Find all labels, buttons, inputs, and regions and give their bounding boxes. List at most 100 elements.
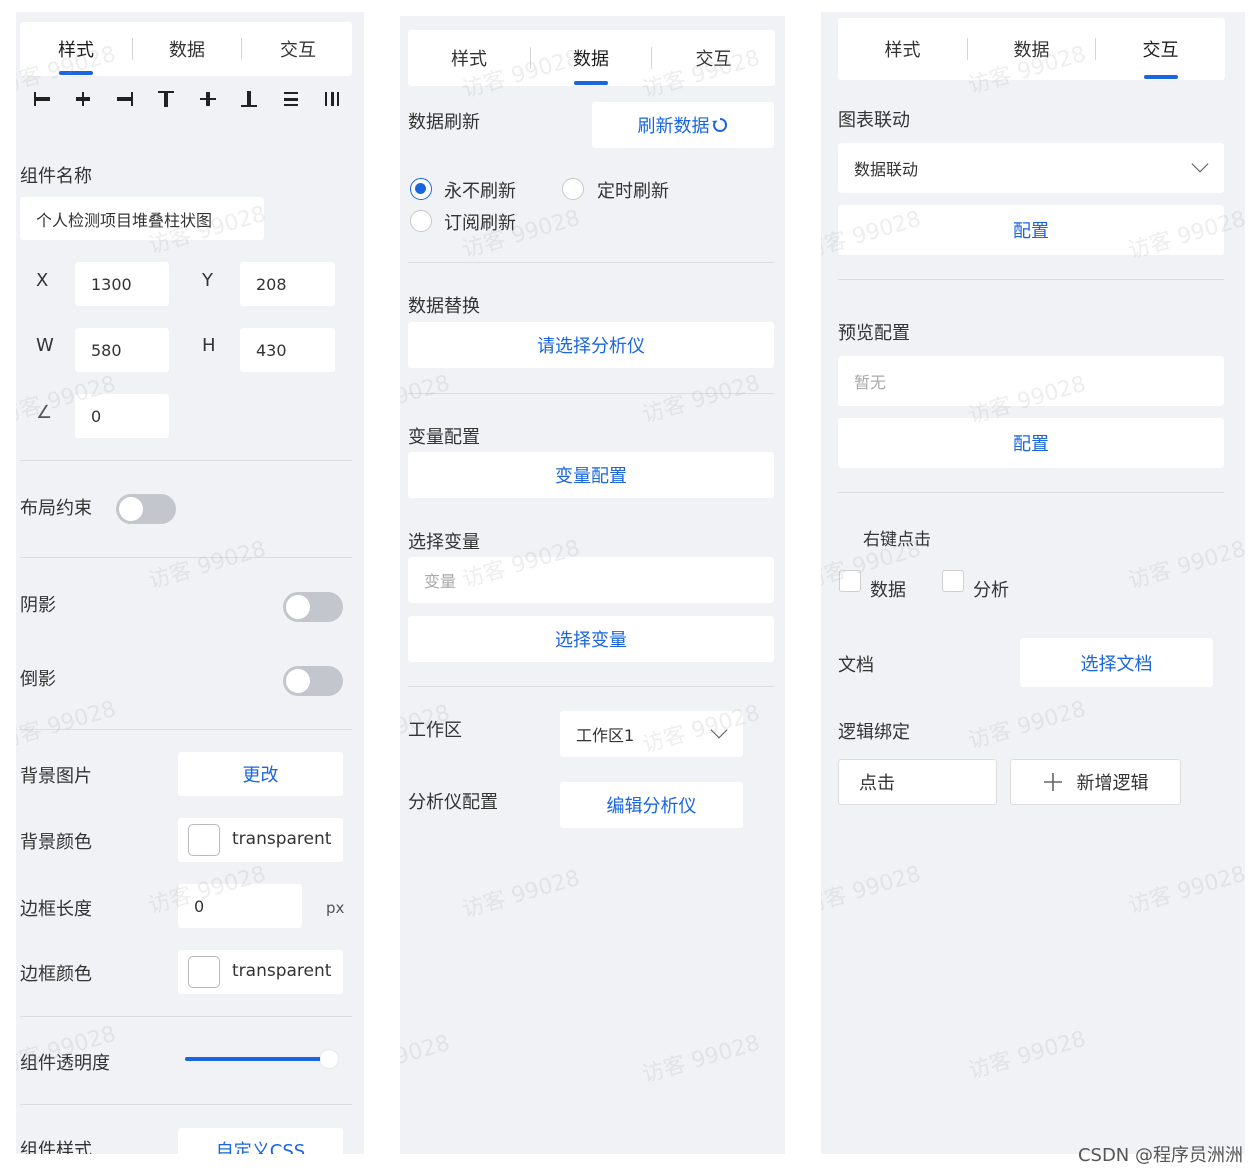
watermark: 访客 99028 (400, 370, 453, 428)
workspace-label: 工作区 (408, 720, 462, 741)
analyzer-config-label: 分析仪配置 (408, 792, 498, 813)
panel-tabs: 样式 数据 交互 (20, 22, 352, 76)
click-event-select[interactable]: 点击 (838, 759, 997, 805)
h-input[interactable]: 430 (240, 328, 335, 372)
tab-data[interactable]: 数据 (968, 18, 1095, 80)
x-label: X (36, 270, 49, 291)
radio-subscribe-refresh[interactable] (410, 210, 432, 232)
component-name-label: 组件名称 (20, 166, 92, 187)
workspace-select[interactable]: 工作区1 (560, 711, 743, 757)
chart-link-select[interactable]: 数据联动 (838, 143, 1224, 193)
checkbox-analysis[interactable] (942, 570, 964, 592)
radio-never-refresh[interactable] (410, 178, 432, 200)
x-input[interactable]: 1300 (75, 262, 169, 306)
distribute-horizontal-icon[interactable] (312, 88, 354, 110)
preview-config-button[interactable]: 配置 (838, 418, 1224, 468)
reflection-label: 倒影 (20, 669, 56, 690)
bg-color-value: transparent (232, 829, 332, 849)
plus-icon (1043, 773, 1062, 791)
watermark: 访客 99028 (400, 1030, 453, 1088)
w-input[interactable]: 580 (75, 328, 169, 372)
border-color-value: transparent (232, 961, 332, 981)
align-top-icon[interactable] (146, 88, 188, 110)
reflection-toggle[interactable] (283, 666, 343, 696)
y-input[interactable]: 208 (240, 262, 335, 306)
align-center-v-icon[interactable] (187, 88, 229, 110)
tab-interact[interactable]: 交互 (1096, 18, 1225, 80)
rotation-icon: ∠ (36, 402, 53, 423)
bg-color-swatch[interactable] (188, 824, 220, 856)
divider (408, 262, 774, 263)
logic-binding-label: 逻辑绑定 (838, 722, 910, 743)
select-analyzer-button[interactable]: 请选择分析仪 (408, 322, 774, 368)
tab-interact[interactable]: 交互 (242, 22, 354, 76)
watermark: 访客 99028 (639, 1030, 763, 1089)
divider (20, 460, 352, 461)
divider (20, 1104, 352, 1105)
tab-data[interactable]: 数据 (531, 30, 651, 86)
radio-timed-refresh-label: 定时刷新 (597, 181, 669, 202)
variable-config-button[interactable]: 变量配置 (408, 452, 774, 498)
bg-color-label: 背景颜色 (20, 832, 92, 853)
select-document-button[interactable]: 选择文档 (1020, 638, 1213, 687)
checkbox-analysis-label: 分析 (973, 580, 1009, 601)
opacity-slider-thumb[interactable] (320, 1050, 338, 1068)
tab-data[interactable]: 数据 (133, 22, 241, 76)
align-bottom-icon[interactable] (229, 88, 271, 110)
right-click-label: 右键点击 (863, 530, 931, 550)
bg-color-picker[interactable]: transparent (178, 818, 343, 862)
component-name-input[interactable]: 个人检测项目堆叠柱状图 (20, 197, 264, 240)
align-right-icon[interactable] (104, 88, 146, 110)
select-variable-button[interactable]: 选择变量 (408, 616, 774, 662)
shadow-toggle[interactable] (283, 592, 343, 622)
add-logic-button[interactable]: 新增逻辑 (1010, 759, 1181, 805)
rotation-input[interactable]: 0 (75, 394, 169, 438)
chevron-down-icon (1191, 155, 1209, 173)
distribute-vertical-icon[interactable] (270, 88, 312, 110)
align-center-h-icon[interactable] (63, 88, 105, 110)
watermark: 访客 99028 (16, 696, 119, 755)
tab-interact[interactable]: 交互 (652, 30, 775, 86)
watermark: 访客 99028 (145, 536, 269, 595)
border-color-label: 边框颜色 (20, 964, 92, 985)
radio-subscribe-refresh-label: 订阅刷新 (444, 213, 516, 234)
watermark: 访客 99028 (639, 370, 763, 429)
border-length-input[interactable]: 0 (178, 884, 302, 928)
panel-tabs: 样式 数据 交互 (408, 30, 775, 86)
y-label: Y (202, 270, 213, 291)
custom-css-button[interactable]: 自定义CSS (178, 1128, 343, 1154)
radio-timed-refresh[interactable] (562, 178, 584, 200)
tab-style[interactable]: 样式 (838, 18, 967, 80)
tab-style[interactable]: 样式 (20, 22, 132, 76)
change-bg-image-button[interactable]: 更改 (178, 752, 343, 796)
opacity-slider-track[interactable] (185, 1057, 335, 1061)
border-length-label: 边框长度 (20, 899, 92, 920)
divider (408, 393, 774, 394)
variable-config-label: 变量配置 (408, 427, 480, 448)
preview-config-input[interactable]: 暂无 (838, 356, 1224, 406)
document-label: 文档 (838, 655, 874, 676)
radio-never-refresh-label: 永不刷新 (444, 181, 516, 202)
variable-input[interactable]: 变量 (408, 557, 774, 603)
layout-constraint-toggle[interactable] (116, 494, 176, 524)
tab-style[interactable]: 样式 (408, 30, 530, 86)
chart-link-value: 数据联动 (854, 160, 919, 179)
align-left-icon[interactable] (21, 88, 63, 110)
watermark: 访客 99028 (459, 865, 583, 924)
watermark: 访客 99028 (965, 696, 1089, 755)
bg-image-label: 背景图片 (20, 766, 92, 787)
divider (838, 279, 1224, 280)
divider (838, 492, 1224, 493)
refresh-data-button[interactable]: 刷新数据 (592, 102, 774, 148)
interact-panel: 样式 数据 交互 图表联动 数据联动 配置 预览配置 暂无 配置 右键点击 数据… (821, 12, 1245, 1154)
border-color-swatch[interactable] (188, 956, 220, 988)
checkbox-data[interactable] (839, 570, 861, 592)
border-color-picker[interactable]: transparent (178, 950, 343, 994)
refresh-data-label: 刷新数据 (637, 116, 710, 137)
select-variable-label: 选择变量 (408, 532, 480, 553)
divider (408, 686, 774, 687)
watermark: 访客 99028 (965, 1026, 1089, 1085)
data-replace-label: 数据替换 (408, 296, 480, 317)
edit-analyzer-button[interactable]: 编辑分析仪 (560, 782, 743, 828)
chart-link-config-button[interactable]: 配置 (838, 205, 1224, 255)
